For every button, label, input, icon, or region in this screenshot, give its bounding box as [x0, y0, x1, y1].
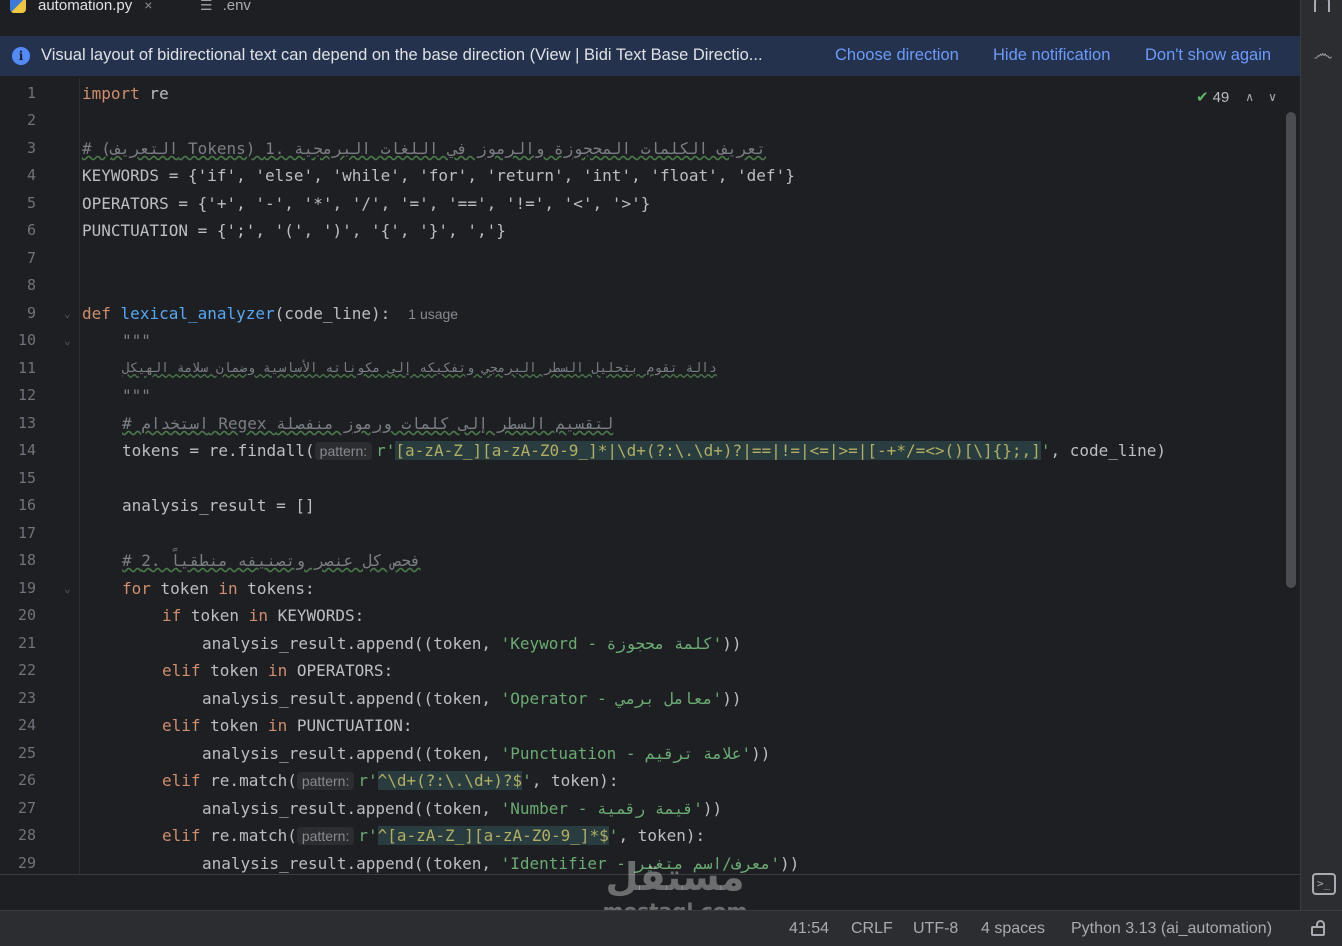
tab-automation-py[interactable]: automation.py × — [10, 0, 152, 16]
terminal-icon[interactable]: >_ — [1312, 873, 1336, 895]
caret-position[interactable]: 41:54 — [789, 920, 829, 938]
usage-hint[interactable]: 1 usage — [408, 306, 458, 322]
close-tab-icon[interactable]: × — [144, 0, 152, 13]
code-line: 28 elif re.match(pattern: r'^[a-zA-Z_][a-z… — [17, 826, 706, 845]
text-file-icon: ☰ — [200, 0, 213, 13]
vertical-scrollbar[interactable] — [1286, 112, 1296, 588]
info-icon: i — [12, 47, 30, 65]
bidi-notification-banner: i Visual layout of bidirectional text ca… — [0, 36, 1300, 76]
dont-show-again-link[interactable]: Don't show again — [1145, 46, 1271, 65]
python-file-icon — [10, 0, 26, 13]
code-line: 3 # (التعريف Tokens) تعريف الكلمات المحجو… — [0, 135, 1300, 162]
code-line: 19 ⌄ for token in tokens: — [0, 575, 1300, 602]
parameter-hint: pattern: — [314, 442, 373, 460]
code-line: 12 """ — [17, 386, 151, 405]
regex-fragment: [a-zA-Z_][a-zA-Z0-9_]*|\d+(?:\.\d+)?|==|… — [395, 441, 1041, 460]
code-line: 8 — [26, 276, 36, 294]
code-line: 6 PUNCTUATION = {';', '(', ')', '{', '}',… — [26, 221, 506, 240]
code-line: 22 elif token in OPERATORS: — [17, 661, 394, 680]
code-line: 15 — [17, 469, 36, 487]
code-line: 21 analysis_result.append((token, 'Keywor… — [17, 634, 742, 653]
code-line: 27 analysis_result.append((token, 'Number… — [17, 799, 723, 818]
code-line: 18 # فحص كل عنصر وتصنيفه منطقياً .2 — [17, 551, 421, 570]
code-line: 20 if token in KEYWORDS: — [17, 606, 365, 625]
indent-setting[interactable]: 4 spaces — [981, 920, 1045, 938]
regex-fragment: ^\d+(?:\.\d+)?$ — [377, 771, 523, 790]
notification-text: Visual layout of bidirectional text can … — [41, 46, 763, 64]
code-line: 26 elif re.match(pattern: r'^\d+(?:\.\d+)?… — [17, 771, 619, 790]
parameter-hint: pattern: — [296, 827, 355, 845]
lock-icon[interactable] — [1311, 920, 1325, 936]
line-separator[interactable]: CRLF — [851, 920, 893, 938]
code-line: 13 # استخدام Regex لتقسيم السطر إلى كلمات… — [17, 414, 614, 433]
code-editor[interactable]: ✔ 49 ∧ ∨ 1 import re 2 3 # (التعريف Tokens… — [0, 78, 1300, 874]
code-line: 5 OPERATORS = {'+', '-', '*', '/', '=', '… — [26, 194, 651, 213]
right-tool-strip: ෴ >_ — [1300, 0, 1342, 910]
fold-icon[interactable]: ⌄ — [64, 300, 71, 327]
tab-label: automation.py — [38, 0, 133, 14]
python-interpreter[interactable]: Python 3.13 (ai_automation) — [1071, 920, 1272, 938]
parameter-hint: pattern: — [296, 772, 355, 790]
code-line: 25 analysis_result.append((token, 'Punctu… — [17, 744, 771, 763]
file-encoding[interactable]: UTF-8 — [913, 920, 958, 938]
code-line: 14 tokens = re.findall(pattern: r'[a-zA-Z_… — [17, 441, 1167, 460]
code-line: 1 import re — [26, 84, 169, 103]
code-line: 23 analysis_result.append((token, 'Operat… — [17, 689, 742, 708]
fold-icon[interactable]: ⌄ — [64, 327, 71, 354]
status-bar: 41:54 CRLF UTF-8 4 spaces Python 3.13 (a… — [0, 910, 1342, 946]
tab-label: .env — [222, 0, 251, 14]
code-line: 4 KEYWORDS = {'if', 'else', 'while', 'for… — [26, 166, 795, 185]
hide-notification-link[interactable]: Hide notification — [993, 46, 1110, 65]
code-line: 11 دالة تقوم بتحليل السطر البرمجي وتفكيكه… — [17, 359, 717, 377]
ai-assistant-icon[interactable]: ෴ — [1312, 42, 1334, 64]
notifications-bell-icon[interactable] — [1314, 0, 1330, 12]
code-line: 7 — [26, 249, 36, 267]
comment: # (التعريف Tokens) تعريف الكلمات المحجوز… — [82, 139, 766, 158]
code-line: 2 — [26, 111, 36, 129]
code-line: 10 ⌄ """ — [0, 327, 1300, 354]
regex-fragment: ^[a-zA-Z_][a-zA-Z0-9_]*$ — [377, 826, 609, 845]
code-line: 24 elif token in PUNCTUATION: — [17, 716, 413, 735]
code-line: 9 ⌄ def lexical_analyzer(code_line): 1 usag… — [0, 300, 1300, 327]
code-line: 16 analysis_result = [] — [17, 496, 315, 515]
editor-tab-bar: automation.py × ☰ .env — [0, 0, 1300, 16]
tab-env[interactable]: ☰ .env — [200, 0, 251, 16]
fold-icon[interactable]: ⌄ — [64, 575, 71, 602]
code-line: 17 — [17, 524, 36, 542]
choose-direction-link[interactable]: Choose direction — [835, 46, 959, 65]
